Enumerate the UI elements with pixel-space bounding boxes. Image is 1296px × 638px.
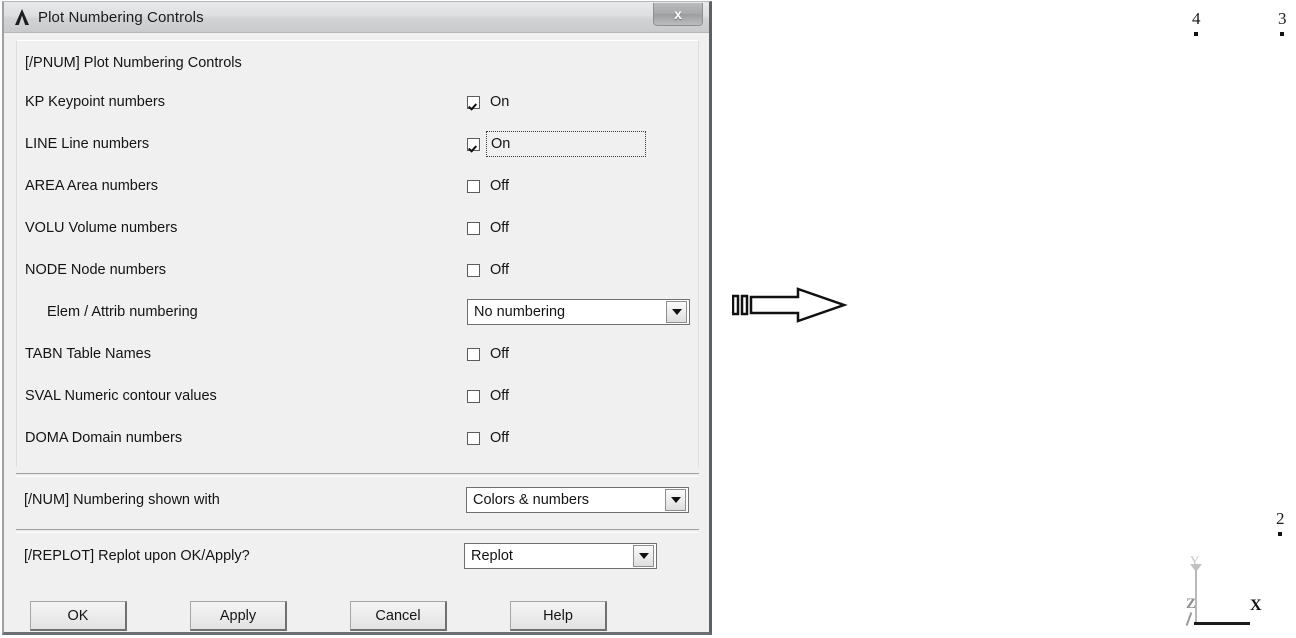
axis-x-label: X [1250, 597, 1262, 614]
label-replot: [/REPLOT] Replot upon OK/Apply? [24, 548, 250, 564]
keypoint-label-3: 3 [1278, 9, 1287, 28]
apply-button[interactable]: Apply [190, 601, 287, 631]
chevron-down-icon[interactable] [633, 545, 654, 567]
control-doma: Off [467, 426, 515, 450]
dialog-title: Plot Numbering Controls [38, 8, 204, 26]
replot-section: [/REPLOT] Replot upon OK/Apply? Replot O… [16, 533, 699, 631]
label-doma: DOMA Domain numbers [25, 430, 183, 446]
help-button[interactable]: Help [510, 601, 607, 631]
dialog-title-bar[interactable]: Plot Numbering Controls x [4, 2, 709, 33]
checkbox-volu-state: Off [490, 220, 510, 236]
keypoint-label-4: 4 [1192, 9, 1201, 28]
pnum-section: [/PNUM] Plot Numbering Controls KP Keypo… [16, 40, 699, 467]
chevron-down-icon[interactable] [665, 489, 686, 511]
checkbox-sval-labelwrap: Off [486, 384, 515, 408]
checkbox-tabn[interactable] [467, 347, 480, 361]
row-line-line-numbers: LINE Line numbers On [17, 123, 698, 165]
control-elem-attrib: No numbering [467, 299, 690, 325]
checkbox-tabn-labelwrap: Off [486, 342, 515, 366]
close-icon: x [674, 6, 682, 22]
axis-x-line [1194, 622, 1250, 625]
checkbox-node-state: Off [490, 262, 510, 278]
control-sval: Off [467, 384, 515, 408]
row-replot-upon-ok-apply: [/REPLOT] Replot upon OK/Apply? Replot [16, 533, 699, 579]
dialog-body: [/PNUM] Plot Numbering Controls KP Keypo… [4, 33, 709, 632]
control-area: Off [467, 174, 515, 198]
checkbox-doma-state: Off [490, 430, 510, 446]
row-kp-keypoint-numbers: KP Keypoint numbers On [17, 81, 698, 123]
row-elem-attrib-numbering: Elem / Attrib numbering No numbering [17, 291, 698, 333]
control-line: On [467, 131, 646, 157]
row-sval-numeric-contour-values: SVAL Numeric contour values Off [17, 375, 698, 417]
label-elem-attrib: Elem / Attrib numbering [47, 304, 198, 320]
label-area: AREA Area numbers [25, 178, 158, 194]
checkbox-tabn-state: Off [490, 346, 510, 362]
checkbox-area-labelwrap: Off [486, 174, 515, 198]
control-tabn: Off [467, 342, 515, 366]
row-node-node-numbers: NODE Node numbers Off [17, 249, 698, 291]
dropdown-numbering-value: Colors & numbers [473, 492, 590, 508]
row-area-area-numbers: AREA Area numbers Off [17, 165, 698, 207]
control-volu: Off [467, 216, 515, 240]
checkbox-node[interactable] [467, 263, 480, 277]
axis-z-line [1185, 612, 1193, 626]
chevron-down-icon[interactable] [666, 301, 687, 323]
label-kp: KP Keypoint numbers [25, 94, 165, 110]
label-sval: SVAL Numeric contour values [25, 388, 217, 404]
cancel-button[interactable]: Cancel [350, 601, 447, 631]
checkbox-sval[interactable] [467, 389, 480, 403]
control-kp: On [467, 90, 515, 114]
right-arrow-annotation-icon [731, 286, 854, 326]
control-num: Colors & numbers [466, 487, 689, 513]
ansys-logo-icon [12, 7, 32, 27]
dropdown-replot-value: Replot [471, 548, 513, 564]
dialog-button-row: OK Apply Cancel Help [16, 601, 699, 631]
checkbox-area-state: Off [490, 178, 510, 194]
checkbox-node-labelwrap: Off [486, 258, 515, 282]
checkbox-volu[interactable] [467, 221, 480, 235]
close-button[interactable]: x [653, 3, 703, 26]
checkbox-kp-labelwrap: On [486, 90, 515, 114]
row-tabn-table-names: TABN Table Names Off [17, 333, 698, 375]
control-replot: Replot [464, 543, 657, 569]
row-doma-domain-numbers: DOMA Domain numbers Off [17, 417, 698, 459]
checkbox-line-state: On [491, 136, 511, 152]
ok-button[interactable]: OK [30, 601, 127, 631]
checkbox-doma[interactable] [467, 431, 480, 445]
checkbox-line-labelwrap: On [486, 131, 646, 157]
checkbox-line[interactable] [467, 137, 480, 151]
label-num: [/NUM] Numbering shown with [24, 492, 220, 508]
row-num-numbering-shown-with: [/NUM] Numbering shown with Colors & num… [16, 477, 699, 523]
dropdown-replot[interactable]: Replot [464, 543, 657, 569]
checkbox-kp[interactable] [467, 95, 480, 109]
label-line: LINE Line numbers [25, 136, 150, 152]
label-volu: VOLU Volume numbers [25, 220, 178, 236]
dropdown-elem-attrib-numbering[interactable]: No numbering [467, 299, 690, 325]
num-section: [/NUM] Numbering shown with Colors & num… [16, 477, 699, 523]
label-node: NODE Node numbers [25, 262, 167, 278]
keypoint-dot-3 [1280, 32, 1284, 36]
dropdown-elem-attrib-value: No numbering [474, 304, 566, 320]
checkbox-kp-state: On [490, 94, 510, 110]
row-volu-volume-numbers: VOLU Volume numbers Off [17, 207, 698, 249]
checkbox-volu-labelwrap: Off [486, 216, 515, 240]
keypoint-dot-2 [1278, 532, 1282, 536]
keypoint-dot-4 [1194, 32, 1198, 36]
checkbox-area[interactable] [467, 179, 480, 193]
plot-numbering-controls-dialog: Plot Numbering Controls x [/PNUM] Plot N… [2, 1, 712, 635]
axis-z-label: Z [1186, 596, 1197, 612]
pnum-section-heading: [/PNUM] Plot Numbering Controls [25, 55, 242, 71]
dropdown-numbering-shown-with[interactable]: Colors & numbers [466, 487, 689, 513]
control-node: Off [467, 258, 515, 282]
keypoint-label-2: 2 [1276, 509, 1285, 528]
checkbox-doma-labelwrap: Off [486, 426, 515, 450]
coordinate-triad: Y Z X [1185, 553, 1276, 632]
checkbox-sval-state: Off [490, 388, 510, 404]
label-tabn: TABN Table Names [25, 346, 151, 362]
